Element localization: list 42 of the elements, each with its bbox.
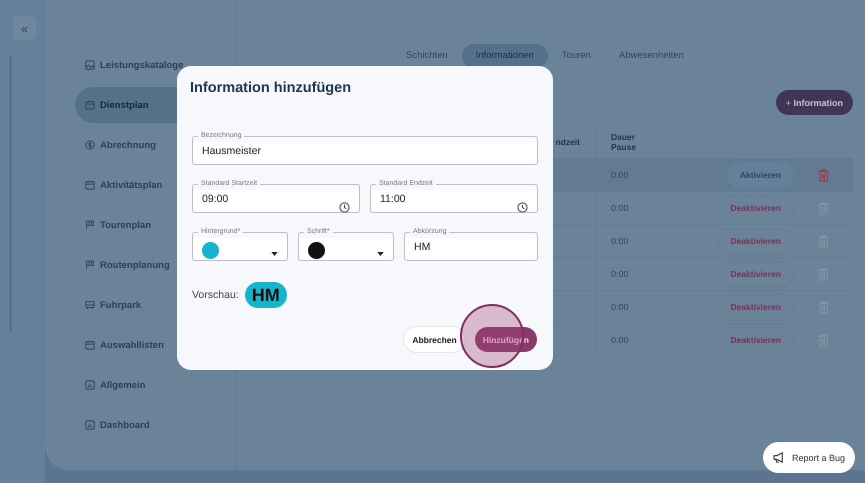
toggle-button[interactable]: Aktivieren	[728, 162, 793, 188]
clock-icon	[517, 202, 528, 213]
add-information-button[interactable]: + Information	[776, 90, 853, 115]
table-cell-text: 0:00	[610, 335, 630, 345]
toggle-button[interactable]: Deaktivieren	[718, 228, 793, 254]
tab[interactable]: Touren	[548, 44, 605, 68]
column-header: Dauer Pause	[610, 132, 638, 152]
preview-badge: HM	[244, 282, 287, 308]
table-cell-text: 0:00	[610, 236, 630, 246]
preview-label: Vorschau:	[192, 289, 239, 301]
flag-icon	[85, 220, 95, 230]
tab[interactable]: Schichten	[392, 44, 462, 68]
toggle-button[interactable]: Deaktivieren	[718, 196, 793, 220]
coin-icon	[85, 140, 95, 150]
add-button[interactable]: Hinzufügen	[474, 327, 537, 352]
table-cell-text: 0:00	[610, 203, 630, 213]
tab[interactable]: Abwesenheiten	[604, 44, 698, 68]
sidebar-item[interactable]: Dashboard	[75, 407, 236, 443]
collapse-button[interactable]: «	[13, 16, 36, 40]
cancel-button[interactable]: Abbrechen	[404, 327, 465, 352]
chart-icon	[85, 380, 95, 390]
sidebar-item[interactable]: Allgemein	[75, 367, 236, 403]
report-bug-button[interactable]: Report a Bug	[762, 442, 855, 473]
clock-icon	[339, 202, 350, 213]
sidebar-item[interactable]: Auswahllisten	[75, 327, 236, 363]
toggle-button[interactable]: Deaktivieren	[718, 328, 793, 352]
calendar-icon	[85, 100, 95, 110]
table-cell-text: 0:00	[610, 269, 630, 279]
calendar-icon	[85, 180, 95, 190]
trash-icon[interactable]	[818, 168, 828, 182]
flag-icon	[85, 260, 95, 270]
bus-icon	[85, 300, 95, 310]
toggle-button[interactable]: Deaktivieren	[718, 294, 793, 320]
chart-icon	[85, 420, 95, 430]
caret-icon	[377, 252, 384, 256]
table-cell-text: 0:00	[610, 302, 630, 312]
megaphone-icon	[772, 452, 786, 463]
toggle-button[interactable]: Deaktivieren	[718, 262, 793, 286]
image-icon	[85, 60, 95, 70]
calendar-icon	[85, 340, 95, 350]
caret-icon	[271, 252, 278, 256]
tab[interactable]: Informationen	[462, 44, 548, 68]
